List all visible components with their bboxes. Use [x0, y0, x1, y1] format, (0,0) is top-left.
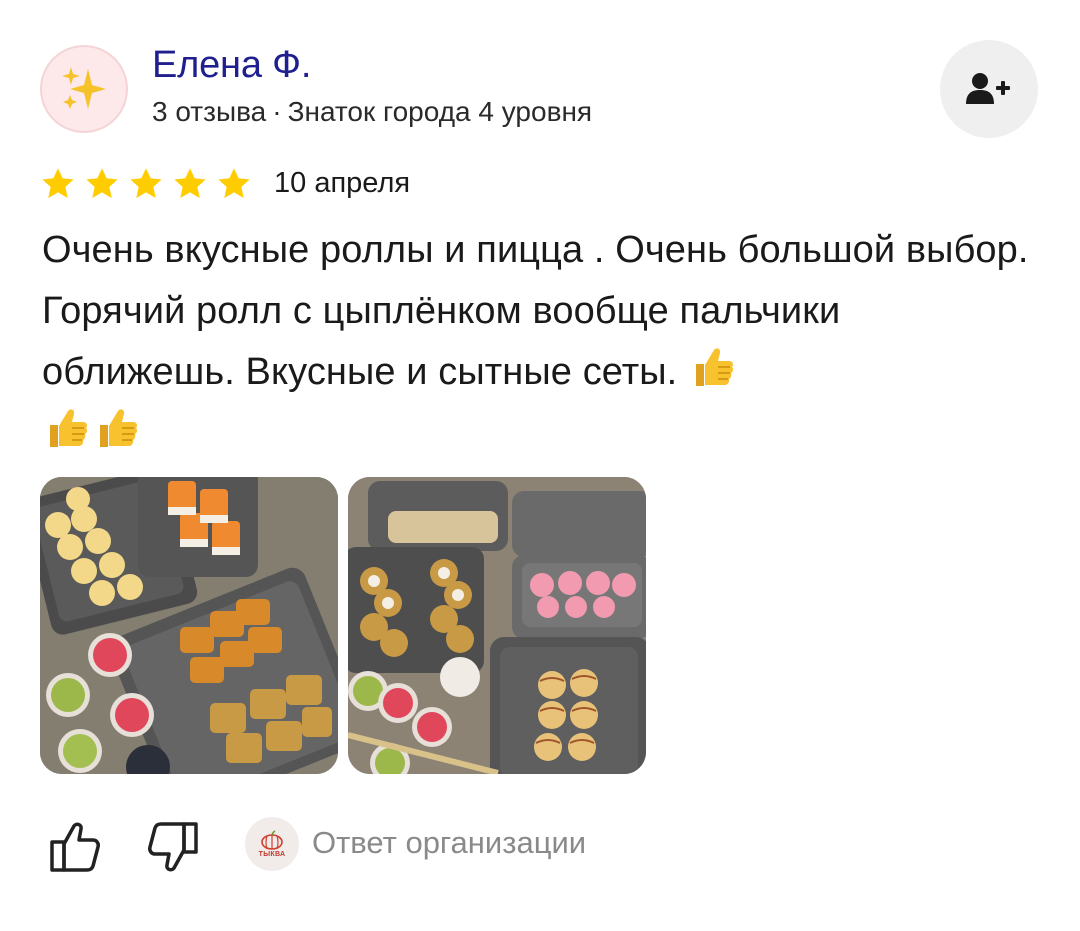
review-photo-2[interactable]: [348, 477, 646, 774]
author-meta: 3 отзыва · Знаток города 4 уровня: [152, 96, 592, 128]
thumbs-up-emoji: [100, 409, 138, 447]
add-user-icon: [966, 73, 1010, 104]
star-icon: [174, 168, 206, 198]
org-logo-text: ТЫКВА: [258, 851, 286, 858]
thumbs-up-emoji: [696, 348, 734, 386]
review-photo-1[interactable]: [40, 477, 338, 774]
dislike-button[interactable]: [144, 818, 202, 876]
meta-separator: ·: [272, 96, 282, 127]
review-date: 10 апреля: [274, 167, 411, 199]
photo-2-image: [348, 477, 646, 774]
sparkles-icon: [62, 67, 106, 109]
photo-1-image: [40, 477, 338, 774]
subscribe-button[interactable]: [940, 40, 1038, 138]
star-icon: [42, 168, 74, 198]
author-level: Знаток города 4 уровня: [287, 96, 593, 127]
like-button[interactable]: [46, 818, 104, 876]
star-icon: [218, 168, 250, 198]
pumpkin-icon: [261, 830, 283, 850]
star-icon: [130, 168, 162, 198]
thumbs-up-outline-icon: [50, 822, 100, 872]
author-name[interactable]: Елена Ф.: [152, 44, 311, 87]
star-icon: [86, 168, 118, 198]
thumbs-up-emoji: [50, 409, 88, 447]
review-text: Очень вкусные роллы и пицца . Очень боль…: [42, 220, 1042, 464]
rating-stars: [40, 164, 252, 204]
reviews-count: 3 отзыва: [152, 96, 267, 127]
org-reply-link[interactable]: Ответ организации: [312, 825, 586, 861]
thumbs-down-outline-icon: [148, 822, 198, 872]
author-avatar[interactable]: [40, 45, 128, 133]
review-body: Очень вкусные роллы и пицца . Очень боль…: [42, 229, 1029, 393]
organization-logo: ТЫКВА: [245, 817, 299, 871]
